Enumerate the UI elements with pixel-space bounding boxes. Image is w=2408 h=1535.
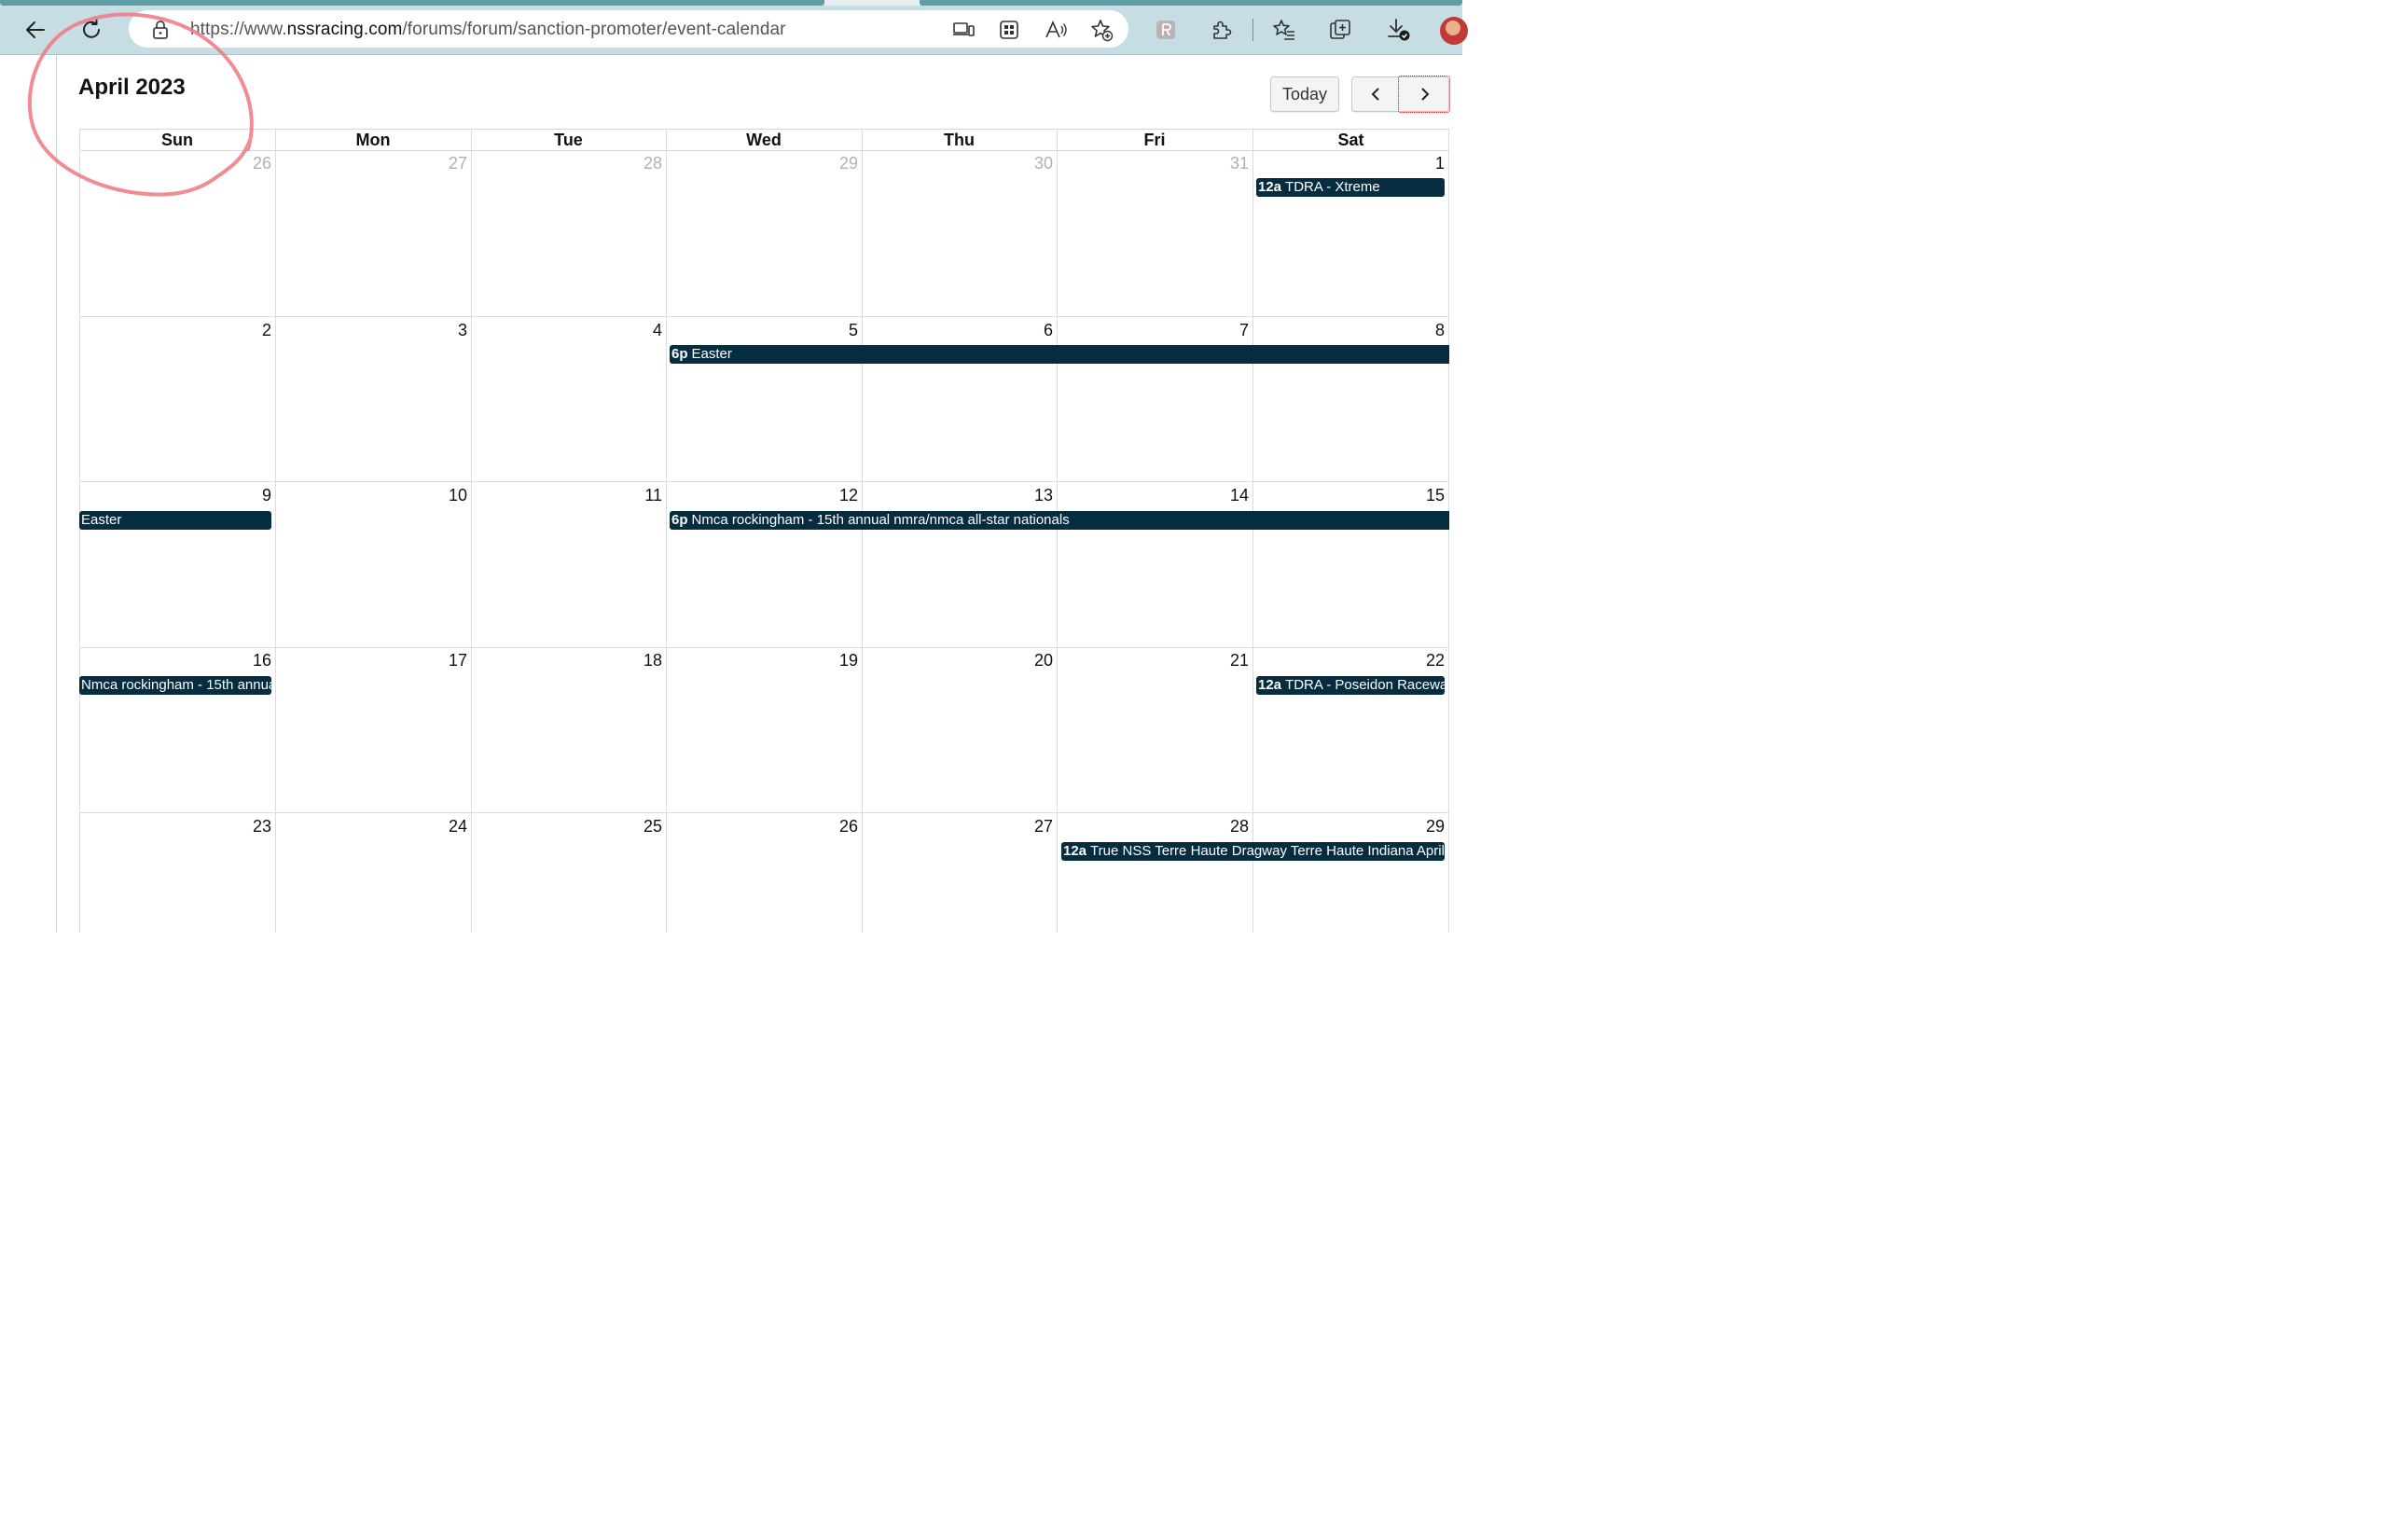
- lock-icon[interactable]: [151, 20, 170, 45]
- browser-toolbar: https://www.nssracing.com/forums/forum/s…: [0, 6, 1468, 55]
- calendar-event[interactable]: 12a True NSS Terre Haute Dragway Terre Ha…: [1061, 842, 1445, 861]
- grid-line: [79, 647, 1449, 648]
- day-number[interactable]: 18: [606, 651, 662, 671]
- next-month-button[interactable]: [1398, 76, 1450, 113]
- event-title: Easter: [81, 512, 122, 528]
- event-time: 12a: [1063, 843, 1087, 859]
- day-number[interactable]: 16: [215, 651, 271, 671]
- prev-month-button[interactable]: [1351, 76, 1402, 112]
- event-title: Nmca rockingham - 15th annual nmra/nmca …: [81, 677, 271, 693]
- event-title: TDRA - Poseidon Raceway: [1285, 677, 1445, 693]
- event-title: Easter: [691, 346, 732, 362]
- day-number[interactable]: 14: [1193, 486, 1249, 505]
- download-icon: [1388, 19, 1410, 41]
- day-number[interactable]: 29: [802, 154, 858, 173]
- day-number[interactable]: 26: [215, 154, 271, 173]
- read-aloud-icon[interactable]: [1044, 18, 1068, 42]
- collections-button[interactable]: [1324, 14, 1356, 46]
- calendar-title: April 2023: [78, 75, 186, 100]
- calendar-event[interactable]: 6p Easter: [670, 345, 1449, 364]
- calendar-event[interactable]: 12a TDRA - Poseidon Raceway: [1256, 676, 1445, 695]
- day-number[interactable]: 11: [606, 486, 662, 505]
- content-border: [56, 55, 57, 933]
- day-number[interactable]: 2: [215, 321, 271, 340]
- apps-grid-icon[interactable]: [997, 18, 1021, 42]
- favorites-button[interactable]: [1268, 14, 1300, 46]
- weekday-sun: Sun: [161, 131, 193, 149]
- day-number[interactable]: 30: [997, 154, 1053, 173]
- weekday-tue: Tue: [554, 131, 583, 149]
- weekday-fri: Fri: [1143, 131, 1166, 149]
- day-number[interactable]: 21: [1193, 651, 1249, 671]
- day-number[interactable]: 19: [802, 651, 858, 671]
- calendar-event[interactable]: Easter: [79, 511, 271, 530]
- day-number[interactable]: 9: [215, 486, 271, 505]
- day-number[interactable]: 26: [802, 817, 858, 837]
- day-number[interactable]: 10: [411, 486, 467, 505]
- puzzle-icon: [1213, 21, 1232, 39]
- calendar-event[interactable]: 12a TDRA - Xtreme: [1256, 178, 1445, 197]
- day-number[interactable]: 6: [997, 321, 1053, 340]
- day-number[interactable]: 12: [802, 486, 858, 505]
- arrow-left-icon: [26, 21, 45, 38]
- day-number[interactable]: 13: [997, 486, 1053, 505]
- day-number[interactable]: 3: [411, 321, 467, 340]
- weekday-sat: Sat: [1337, 131, 1364, 149]
- chevron-left-icon: [1371, 88, 1379, 101]
- focus-ring: [1398, 76, 1450, 113]
- toolbar-divider: [1252, 19, 1253, 41]
- month-grid: Sun Mon Tue Wed Thu Fri Sat 26 27 28 29 …: [79, 129, 1449, 933]
- extensions-button[interactable]: [1206, 14, 1238, 46]
- grid-line: [79, 316, 1449, 317]
- back-button[interactable]: [20, 14, 51, 46]
- day-number[interactable]: 7: [1193, 321, 1249, 340]
- grid-line: [79, 812, 1449, 813]
- day-number[interactable]: 23: [215, 817, 271, 837]
- day-number[interactable]: 24: [411, 817, 467, 837]
- day-number[interactable]: 22: [1389, 651, 1445, 671]
- calendar-event[interactable]: Nmca rockingham - 15th annual nmra/nmca …: [79, 676, 271, 695]
- weekday-wed: Wed: [746, 131, 782, 149]
- event-time: 6p: [671, 512, 688, 528]
- day-number[interactable]: 27: [411, 154, 467, 173]
- day-number[interactable]: 8: [1389, 321, 1445, 340]
- app-available-icon[interactable]: [951, 18, 976, 42]
- url-text[interactable]: https://www.nssracing.com/forums/forum/s…: [190, 20, 786, 40]
- weekday-mon: Mon: [355, 131, 391, 149]
- weekday-header: Sun Mon Tue Wed Thu Fri Sat: [79, 129, 1449, 151]
- day-number[interactable]: 1: [1389, 154, 1445, 173]
- event-time: 6p: [671, 346, 688, 362]
- day-number[interactable]: 20: [997, 651, 1053, 671]
- day-number[interactable]: 25: [606, 817, 662, 837]
- day-number[interactable]: 17: [411, 651, 467, 671]
- day-number[interactable]: 28: [606, 154, 662, 173]
- today-button[interactable]: Today: [1270, 76, 1339, 112]
- day-number[interactable]: 31: [1193, 154, 1249, 173]
- event-title: TDRA - Xtreme: [1285, 179, 1380, 195]
- weekday-thu: Thu: [944, 131, 975, 149]
- event-title: True NSS Terre Haute Dragway Terre Haute…: [1090, 843, 1445, 859]
- address-bar[interactable]: https://www.nssracing.com/forums/forum/s…: [129, 10, 1128, 48]
- favorites-list-icon: [1273, 20, 1294, 40]
- day-number[interactable]: 4: [606, 321, 662, 340]
- event-time: 12a: [1258, 677, 1282, 693]
- downloads-button[interactable]: [1382, 14, 1414, 46]
- reload-button[interactable]: [76, 14, 107, 46]
- event-time: 12a: [1258, 179, 1282, 195]
- grid-line: [79, 481, 1449, 482]
- extension-badge-icon: [1156, 21, 1175, 39]
- day-number[interactable]: 27: [997, 817, 1053, 837]
- collections-icon: [1330, 20, 1350, 39]
- day-number[interactable]: 29: [1389, 817, 1445, 837]
- day-number[interactable]: 5: [802, 321, 858, 340]
- refresh-icon: [83, 19, 100, 38]
- day-number[interactable]: 28: [1193, 817, 1249, 837]
- extension-button[interactable]: [1150, 14, 1182, 46]
- add-favorite-icon[interactable]: [1089, 18, 1114, 42]
- calendar-event[interactable]: 6p Nmca rockingham - 15th annual nmra/nmc…: [670, 511, 1449, 530]
- event-title: Nmca rockingham - 15th annual nmra/nmca …: [691, 512, 1070, 528]
- day-number[interactable]: 15: [1389, 486, 1445, 505]
- profile-avatar[interactable]: [1440, 17, 1468, 45]
